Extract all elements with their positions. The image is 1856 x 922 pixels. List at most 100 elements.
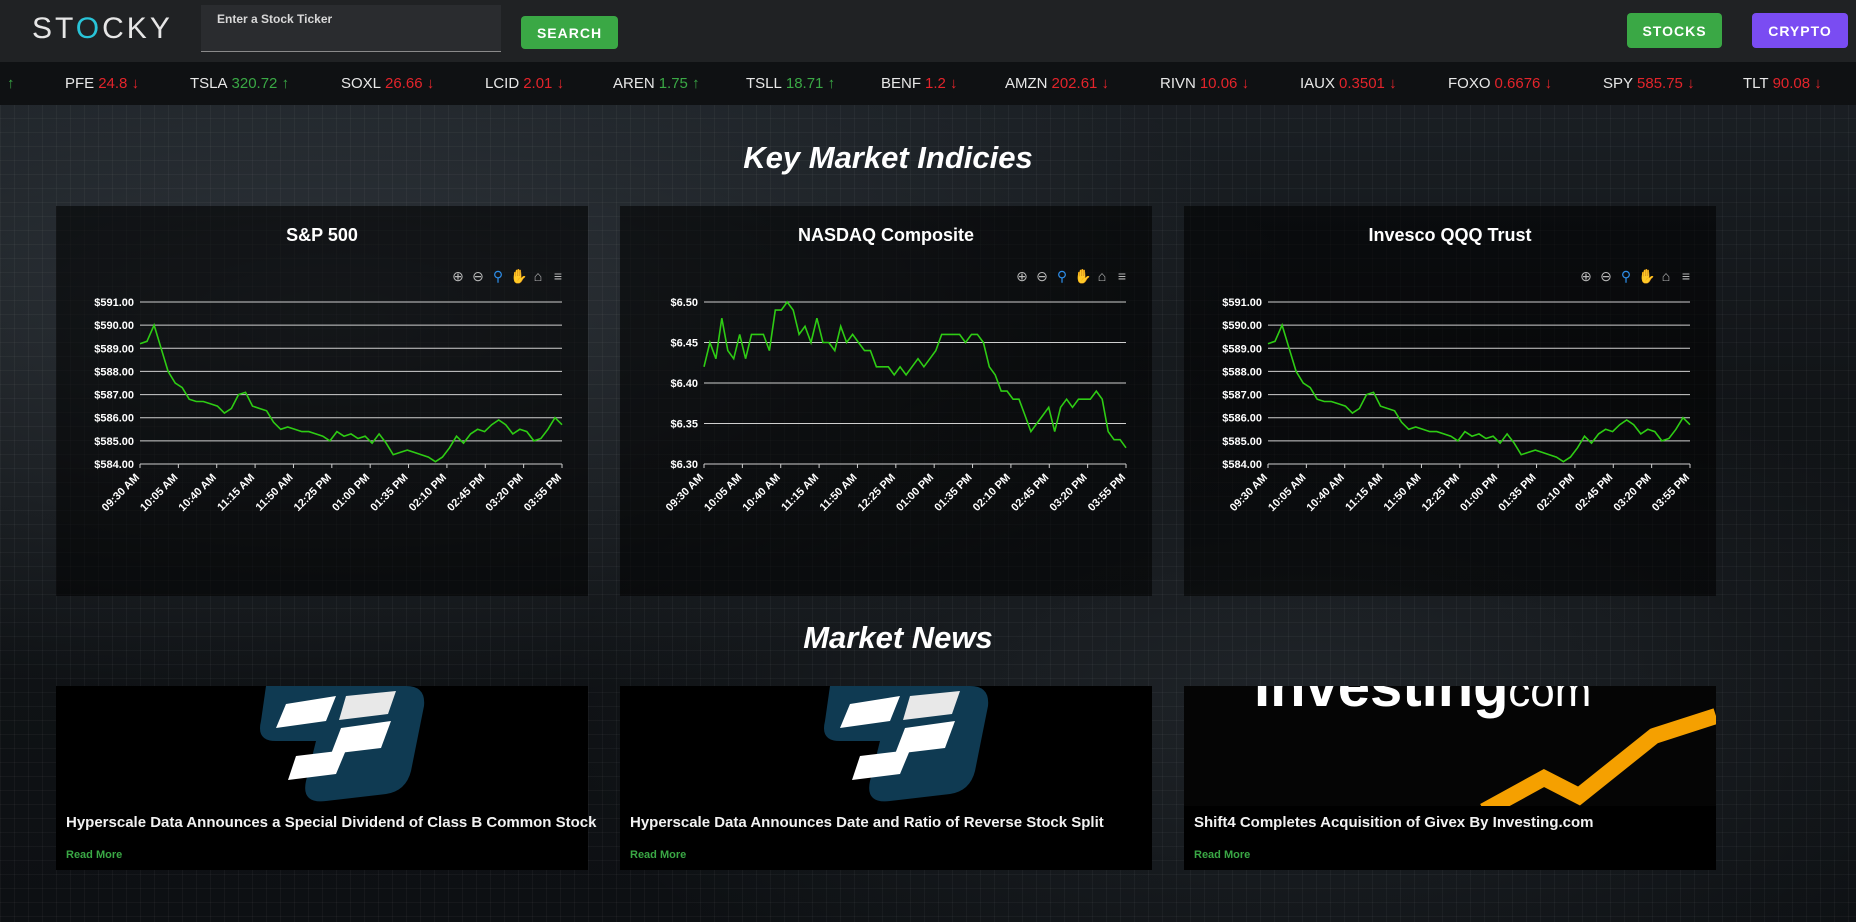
y-tick-label: $590.00 (94, 320, 134, 332)
menu-icon[interactable]: ≡ (550, 268, 566, 284)
ticker-item-tsll[interactable]: TSLL 18.71 ↑ (746, 75, 835, 92)
news-title[interactable]: Shift4 Completes Acquisition of Givex By… (1194, 814, 1594, 831)
ticker-price: 24.8 (98, 75, 132, 92)
arrow-down-icon: ↓ (1241, 75, 1250, 92)
ticker-price: 10.06 (1199, 75, 1242, 92)
ticker-item-aren[interactable]: AREN 1.75 ↑ (613, 75, 700, 92)
ticker-search-input[interactable] (201, 5, 501, 51)
news-title[interactable]: Hyperscale Data Announces a Special Divi… (66, 814, 596, 831)
price-series-line[interactable] (703, 300, 1127, 449)
ticker-item-pfe[interactable]: PFE 24.8 ↓ (65, 75, 139, 92)
ticker-price: 1.75 (658, 75, 693, 92)
chart-card-qqq: Invesco QQQ Trust ⊕ ⊖ ⚲ ✋ ⌂ ≡ $584.00 $585.00 $… (1184, 206, 1716, 596)
ticker-symbol: SPY (1603, 75, 1634, 92)
zoom-in-icon[interactable]: ⊕ (450, 268, 466, 284)
key-market-title: Key Market Indicies (743, 140, 1033, 175)
zoom-in-icon[interactable]: ⊕ (1578, 268, 1594, 284)
zoom-out-icon[interactable]: ⊖ (1598, 268, 1614, 284)
ticker-item-foxo[interactable]: FOXO 0.6676 ↓ (1448, 75, 1552, 92)
news-card[interactable]: Hyperscale Data Announces Date and Ratio… (620, 686, 1152, 870)
menu-icon[interactable]: ≡ (1678, 268, 1694, 284)
news-card[interactable]: Hyperscale Data Announces a Special Divi… (56, 686, 596, 870)
read-more-link[interactable]: Read More (66, 849, 122, 861)
x-tick-label: 10:40 AM (740, 472, 782, 514)
arrow-down-icon: ↓ (426, 75, 435, 92)
chart-title: S&P 500 (286, 225, 358, 245)
zoom-out-icon[interactable]: ⊖ (1034, 268, 1050, 284)
qqq-chart[interactable]: $584.00 $585.00 $586.00 $587.00 $588.00 $589.… (1184, 286, 1716, 596)
y-tick-label: $586.00 (94, 413, 134, 425)
sp500-chart[interactable]: $584.00 $585.00 $586.00 $587.00 $588.00 $589.… (56, 286, 588, 596)
hyperscale-logo-image (620, 686, 1152, 806)
home-icon[interactable]: ⌂ (1094, 268, 1110, 284)
pan-hand-icon[interactable]: ✋ (1074, 268, 1091, 284)
ticker-price: 26.66 (385, 75, 427, 92)
x-tick-label: 11:50 AM (1382, 472, 1424, 514)
magnifier-icon[interactable]: ⚲ (1618, 268, 1634, 284)
ticker-price: 18.71 (785, 75, 828, 92)
magnifier-icon[interactable]: ⚲ (490, 268, 506, 284)
ticker-symbol: LCID (485, 75, 520, 92)
zoom-out-icon[interactable]: ⊖ (470, 268, 486, 284)
x-tick-label: 09:30 AM (100, 472, 142, 514)
magnifier-icon[interactable]: ⚲ (1054, 268, 1070, 284)
ticker-item-amzn[interactable]: AMZN 202.61 ↓ (1005, 75, 1109, 92)
home-icon[interactable]: ⌂ (530, 268, 546, 284)
hyperscale-logo-image (56, 686, 588, 806)
chart-toolbar: ⊕ ⊖ ⚲ ✋ ⌂ ≡ (1578, 268, 1694, 284)
x-tick-label: 03:55 PM (1086, 472, 1128, 514)
ticker-item-spy[interactable]: SPY 585.75 ↓ (1603, 75, 1695, 92)
y-tick-label: $585.00 (1222, 436, 1262, 448)
read-more-link[interactable]: Read More (630, 849, 686, 861)
nasdaq-chart[interactable]: $6.30 $6.35 $6.40 $6.45 $6.50 09:30 AM10:05 A… (620, 286, 1152, 596)
x-tick-label: 11:15 AM (1343, 472, 1385, 514)
read-more-link[interactable]: Read More (1194, 849, 1250, 861)
x-tick-label: 09:30 AM (1228, 472, 1270, 514)
investing-logo-icon: Investing .com (1184, 686, 1716, 806)
stocks-button[interactable]: STOCKS (1627, 13, 1722, 48)
x-tick-label: 02:45 PM (445, 472, 487, 514)
x-tick-label: 03:20 PM (1048, 472, 1090, 514)
market-news-title: Market News (803, 620, 993, 655)
logo-o: O (75, 12, 103, 45)
ticker-item-soxl[interactable]: SOXL 26.66 ↓ (341, 75, 434, 92)
ticker-item-rivn[interactable]: RIVN 10.06 ↓ (1160, 75, 1249, 92)
hyperscale-logo-icon (824, 686, 989, 802)
stocky-logo[interactable]: STOCKY (32, 12, 173, 46)
y-tick-label: $589.00 (1222, 343, 1262, 355)
y-tick-label: $587.00 (94, 390, 134, 402)
y-tick-label: $6.50 (670, 297, 698, 309)
x-tick-label: 12:25 PM (856, 472, 898, 514)
ticker-symbol: TLT (1743, 75, 1769, 92)
search-button[interactable]: SEARCH (521, 16, 618, 49)
menu-icon[interactable]: ≡ (1114, 268, 1130, 284)
x-tick-label: 10:05 AM (702, 472, 744, 514)
news-title[interactable]: Hyperscale Data Announces Date and Ratio… (630, 814, 1104, 831)
ticker-item-tlt[interactable]: TLT 90.08 ↓ (1743, 75, 1822, 92)
x-tick-label: 01:00 PM (894, 472, 936, 514)
home-icon[interactable]: ⌂ (1658, 268, 1674, 284)
ticker-strip: ↑ PFE 24.8 ↓ TSLA 320.72 ↑ SOXL 26.66 ↓ LCID 2.… (0, 62, 1856, 105)
zoom-in-icon[interactable]: ⊕ (1014, 268, 1030, 284)
arrow-down-icon: ↓ (1389, 75, 1397, 92)
ticker-symbol: IAUX (1300, 75, 1336, 92)
ticker-item-lcid[interactable]: LCID 2.01 ↓ (485, 75, 564, 92)
chart-title: Invesco QQQ Trust (1368, 225, 1532, 245)
ticker-symbol: BENF (881, 75, 922, 92)
hyperscale-logo-icon (260, 686, 425, 802)
pan-hand-icon[interactable]: ✋ (510, 268, 527, 284)
ticker-item-tsla[interactable]: TSLA 320.72 ↑ (190, 75, 289, 92)
ticker-price: 2.01 (523, 75, 557, 92)
crypto-button[interactable]: CRYPTO (1752, 13, 1848, 48)
pan-hand-icon[interactable]: ✋ (1638, 268, 1655, 284)
top-navbar: STOCKY Enter a Stock Ticker SEARCH STOCK… (0, 0, 1856, 63)
ticker-item-benf[interactable]: BENF 1.2 ↓ (881, 75, 958, 92)
ticker-lead-arrow-icon: ↑ (7, 75, 15, 92)
x-tick-label: 01:35 PM (932, 472, 974, 514)
x-tick-label: 02:10 PM (407, 472, 449, 514)
y-tick-label: $584.00 (1222, 459, 1262, 471)
ticker-item-iaux[interactable]: IAUX 0.3501 ↓ (1300, 75, 1397, 92)
x-tick-label: 11:50 AM (818, 472, 860, 514)
y-tick-label: $589.00 (94, 343, 134, 355)
news-card[interactable]: Investing .com Shift4 Completes Acquisit… (1184, 686, 1716, 870)
